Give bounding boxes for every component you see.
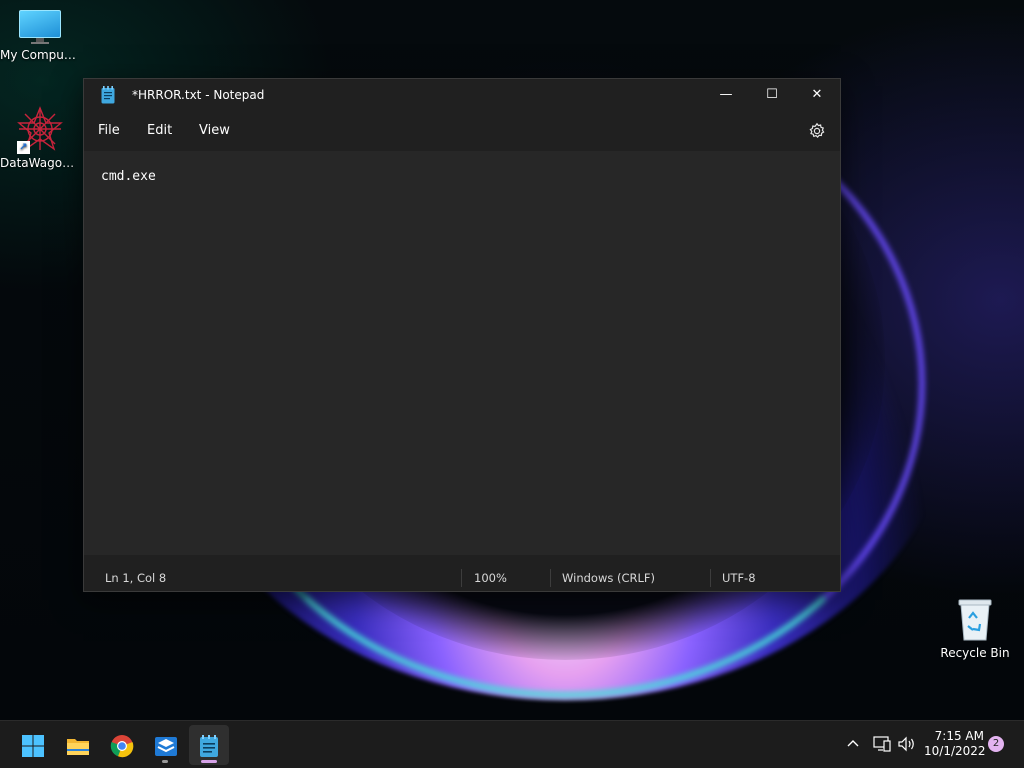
notepad-taskbar-button[interactable] xyxy=(189,725,229,765)
text-editor[interactable]: cmd.exe xyxy=(84,151,840,555)
encoding[interactable]: UTF-8 xyxy=(722,571,756,585)
desktop-icon-recycle-bin[interactable]: Recycle Bin xyxy=(935,598,1015,660)
running-indicator xyxy=(162,760,168,763)
clock-date: 10/1/2022 xyxy=(924,744,986,758)
start-icon xyxy=(22,735,44,757)
menu-file[interactable]: File xyxy=(98,123,120,138)
title-bar[interactable]: *HRROR.txt - Notepad — ☐ ✕ xyxy=(84,79,840,111)
menu-view[interactable]: View xyxy=(199,123,230,138)
app-box-icon xyxy=(155,737,177,756)
show-hidden-icons-button[interactable] xyxy=(844,735,862,757)
recycle-bin-icon xyxy=(956,598,994,642)
shortcut-arrow-icon: ↗ xyxy=(17,141,30,154)
close-button[interactable]: ✕ xyxy=(794,79,840,111)
line-ending[interactable]: Windows (CRLF) xyxy=(562,571,655,585)
chrome-button[interactable] xyxy=(101,725,141,765)
clock-time: 7:15 AM xyxy=(934,729,984,743)
computer-icon xyxy=(19,10,61,44)
window-title: *HRROR.txt - Notepad xyxy=(132,88,265,102)
notepad-icon xyxy=(200,735,218,757)
network-button[interactable] xyxy=(872,735,892,757)
datawagon-icon: ↗ xyxy=(17,106,63,154)
status-divider xyxy=(710,569,711,587)
file-explorer-icon xyxy=(67,739,89,755)
active-indicator xyxy=(201,760,217,763)
network-icon xyxy=(873,736,891,752)
minimize-button[interactable]: — xyxy=(703,79,749,111)
status-divider xyxy=(461,569,462,587)
desktop-icon-label: Recycle Bin xyxy=(940,646,1010,660)
menu-edit[interactable]: Edit xyxy=(147,123,172,138)
taskbar: 7:15 AM 10/1/2022 xyxy=(0,720,1024,768)
close-icon: ✕ xyxy=(811,87,823,102)
minimize-icon: — xyxy=(719,87,733,102)
file-explorer-button[interactable] xyxy=(57,725,97,765)
clock[interactable]: 7:15 AM 10/1/2022 xyxy=(924,729,986,759)
chevron-up-icon xyxy=(847,740,859,747)
notification-badge[interactable]: 2 xyxy=(988,736,1004,752)
app-box-button[interactable] xyxy=(145,725,185,765)
volume-button[interactable] xyxy=(897,735,917,757)
menu-bar: File Edit View xyxy=(84,111,840,151)
desktop-icon-my-computer[interactable]: My Computer xyxy=(0,10,80,62)
maximize-icon: ☐ xyxy=(766,87,778,102)
desktop-icon-label: My Computer xyxy=(0,48,80,62)
settings-gear-icon[interactable] xyxy=(808,122,826,140)
desktop-icon-label: DataWagon... xyxy=(0,156,80,170)
start-button[interactable] xyxy=(12,725,52,765)
cursor-position: Ln 1, Col 8 xyxy=(105,571,167,585)
desktop-icon-datawagon[interactable]: ↗ DataWagon... xyxy=(0,106,80,170)
volume-icon xyxy=(898,736,914,752)
notepad-window[interactable]: *HRROR.txt - Notepad — ☐ ✕ File Edit Vie… xyxy=(83,78,841,592)
editor-content: cmd.exe xyxy=(101,169,156,184)
status-bar: Ln 1, Col 8 100% Windows (CRLF) UTF-8 xyxy=(84,565,840,591)
chrome-icon xyxy=(110,735,134,758)
status-divider xyxy=(550,569,551,587)
zoom-level[interactable]: 100% xyxy=(474,571,507,585)
notepad-icon xyxy=(101,86,115,104)
maximize-button[interactable]: ☐ xyxy=(749,79,795,111)
